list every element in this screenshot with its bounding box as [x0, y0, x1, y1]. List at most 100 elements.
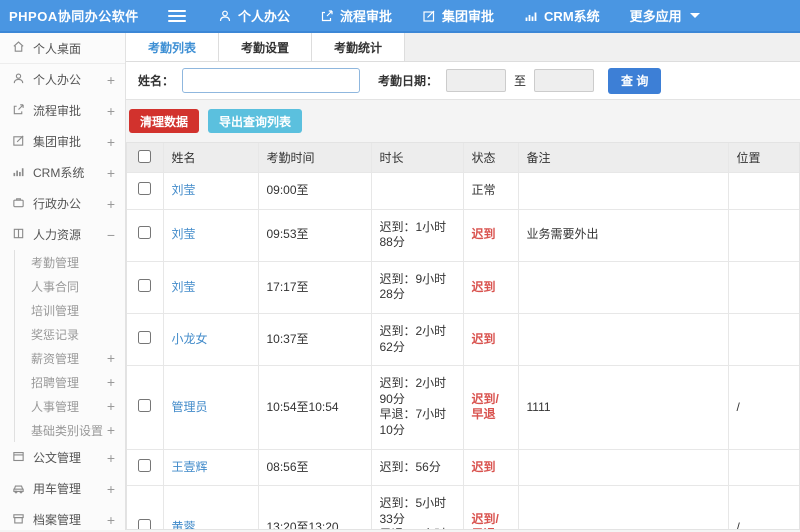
export-list-button[interactable]: 导出查询列表 — [208, 109, 303, 133]
document-icon — [12, 450, 25, 466]
table-row: 管理员 10:54至10:54 迟到：2小时90分 早退：7小时10分 迟到/早退… — [127, 365, 799, 450]
sidebar-subitem-salary-management[interactable]: 薪资管理 + — [15, 346, 125, 370]
note-cell — [518, 172, 729, 210]
table-row: 刘莹 09:53至 迟到：1小时88分 迟到 业务需要外出 — [127, 209, 799, 262]
row-checkbox[interactable] — [138, 182, 152, 195]
sidebar-item-workflow-approval[interactable]: 流程审批 + — [0, 95, 125, 126]
sidebar-item-crm-system[interactable]: CRM系统 + — [0, 157, 125, 188]
attendance-time: 17:17至 — [258, 261, 372, 314]
row-checkbox[interactable] — [138, 330, 152, 344]
expand-plus-icon[interactable]: + — [107, 450, 115, 466]
location-cell — [728, 261, 799, 314]
sidebar-item-personal-office[interactable]: 个人办公 + — [0, 64, 125, 95]
attendance-time: 10:54至10:54 — [258, 365, 372, 450]
name-label: 姓名： — [138, 74, 175, 88]
header-time: 考勤时间 — [258, 143, 372, 173]
sidebar-subitem-base-category-settings[interactable]: 基础类别设置 + — [15, 418, 125, 442]
sidebar-item-admin-office[interactable]: 行政办公 + — [0, 188, 125, 219]
expand-plus-icon[interactable]: + — [107, 398, 115, 414]
main-content: 考勤列表 考勤设置 考勤统计 姓名： 考勤日期： 至 查 询 清理数据 导出查询… — [126, 33, 800, 530]
expand-plus-icon[interactable]: + — [107, 196, 115, 212]
tab-attendance-list[interactable]: 考勤列表 — [126, 33, 220, 61]
status-badge: 迟到 — [471, 331, 496, 346]
location-cell — [728, 449, 799, 487]
nav-workflow-approval[interactable]: 流程审批 — [320, 6, 392, 25]
attendance-time: 10:37至 — [258, 313, 372, 367]
collapse-minus-icon[interactable]: − — [107, 227, 115, 243]
expand-plus-icon[interactable]: + — [107, 134, 115, 150]
expand-plus-icon[interactable]: + — [107, 422, 115, 438]
app-logo: PHPOA协同办公软件 — [9, 9, 139, 24]
row-checkbox[interactable] — [138, 398, 152, 412]
sidebar-subitem-recruitment-management[interactable]: 招聘管理 + — [15, 370, 125, 394]
clean-data-button[interactable]: 清理数据 — [129, 109, 200, 133]
sidebar-item-vehicle-management[interactable]: 用车管理 + — [0, 473, 125, 504]
query-button[interactable]: 查 询 — [608, 67, 662, 94]
note-cell: 1111 — [518, 365, 729, 450]
employee-name-link[interactable]: 黄蓉 — [172, 520, 196, 529]
sidebar-subitem-reward-punishment[interactable]: 奖惩记录 — [15, 322, 125, 346]
employee-name-link[interactable]: 刘莹 — [172, 280, 196, 294]
edit-icon — [422, 9, 436, 23]
sidebar-item-human-resources[interactable]: 人力资源 − — [0, 219, 125, 250]
tab-attendance-settings[interactable]: 考勤设置 — [219, 33, 313, 61]
sidebar-subitem-training-management[interactable]: 培训管理 — [15, 298, 125, 322]
location-cell — [728, 313, 799, 367]
date-from-input[interactable] — [446, 69, 507, 92]
expand-plus-icon[interactable]: + — [107, 72, 115, 88]
name-input[interactable] — [182, 68, 361, 93]
sidebar-item-archive-management[interactable]: 档案管理 + — [0, 504, 125, 530]
sidebar-item-group-approval[interactable]: 集团审批 + — [0, 126, 125, 157]
tab-attendance-statistics[interactable]: 考勤统计 — [312, 33, 406, 61]
nav-more-apps[interactable]: 更多应用 — [630, 6, 700, 25]
note-cell — [518, 449, 729, 487]
chart-icon — [524, 9, 538, 23]
attendance-time: 09:00至 — [258, 172, 372, 210]
attendance-time: 08:56至 — [258, 449, 372, 487]
nav-personal-office[interactable]: 个人办公 — [218, 6, 290, 25]
location-cell — [728, 209, 799, 262]
location-cell: / — [728, 485, 799, 529]
header-note: 备注 — [518, 143, 729, 173]
table-row: 小龙女 10:37至 迟到：2小时62分 迟到 — [127, 313, 799, 367]
sidebar-subitem-attendance-management[interactable]: 考勤管理 — [15, 250, 125, 274]
employee-name-link[interactable]: 刘莹 — [172, 183, 196, 197]
attendance-time: 09:53至 — [258, 209, 372, 262]
table-row: 王壹辉 08:56至 迟到：56分 迟到 — [127, 449, 799, 487]
expand-plus-icon[interactable]: + — [107, 374, 115, 390]
user-icon — [218, 9, 232, 23]
expand-plus-icon[interactable]: + — [107, 512, 115, 528]
employee-name-link[interactable]: 王壹辉 — [172, 460, 208, 474]
location-cell — [728, 172, 799, 210]
expand-plus-icon[interactable]: + — [107, 103, 115, 119]
date-label: 考勤日期： — [378, 74, 439, 88]
table-row: 刘莹 17:17至 迟到：9小时28分 迟到 — [127, 261, 799, 314]
sidebar-item-document-management[interactable]: 公文管理 + — [0, 442, 125, 473]
select-all-checkbox[interactable] — [138, 149, 152, 163]
row-checkbox[interactable] — [138, 518, 152, 529]
nav-crm-system[interactable]: CRM系统 — [524, 6, 600, 25]
expand-plus-icon[interactable]: + — [107, 481, 115, 497]
expand-plus-icon[interactable]: + — [107, 350, 115, 366]
chart-icon — [12, 165, 25, 181]
status-badge: 迟到 — [471, 279, 496, 294]
row-checkbox[interactable] — [138, 226, 152, 240]
employee-name-link[interactable]: 小龙女 — [172, 332, 208, 346]
date-to-input[interactable] — [534, 69, 595, 92]
status-badge: 迟到 — [471, 227, 496, 242]
note-cell — [518, 485, 729, 529]
employee-name-link[interactable]: 管理员 — [172, 400, 208, 414]
sidebar-subitem-personnel-contract[interactable]: 人事合同 — [15, 274, 125, 298]
expand-plus-icon[interactable]: + — [107, 165, 115, 181]
attendance-time: 13:20至13:20 — [258, 485, 372, 529]
workflow-icon — [320, 9, 334, 23]
nav-group-approval[interactable]: 集团审批 — [422, 6, 494, 25]
table-row: 刘莹 09:00至 正常 — [127, 172, 799, 210]
row-checkbox[interactable] — [138, 278, 152, 292]
sidebar: 个人桌面 个人办公 + 流程审批 + 集团审批 + CRM系统 + 行政办公 + — [0, 33, 126, 530]
row-checkbox[interactable] — [138, 458, 152, 472]
menu-toggle-button[interactable] — [168, 9, 186, 22]
employee-name-link[interactable]: 刘莹 — [172, 227, 196, 241]
sidebar-subitem-personnel-management[interactable]: 人事管理 + — [15, 394, 125, 418]
sidebar-item-personal-desktop[interactable]: 个人桌面 — [0, 33, 125, 64]
